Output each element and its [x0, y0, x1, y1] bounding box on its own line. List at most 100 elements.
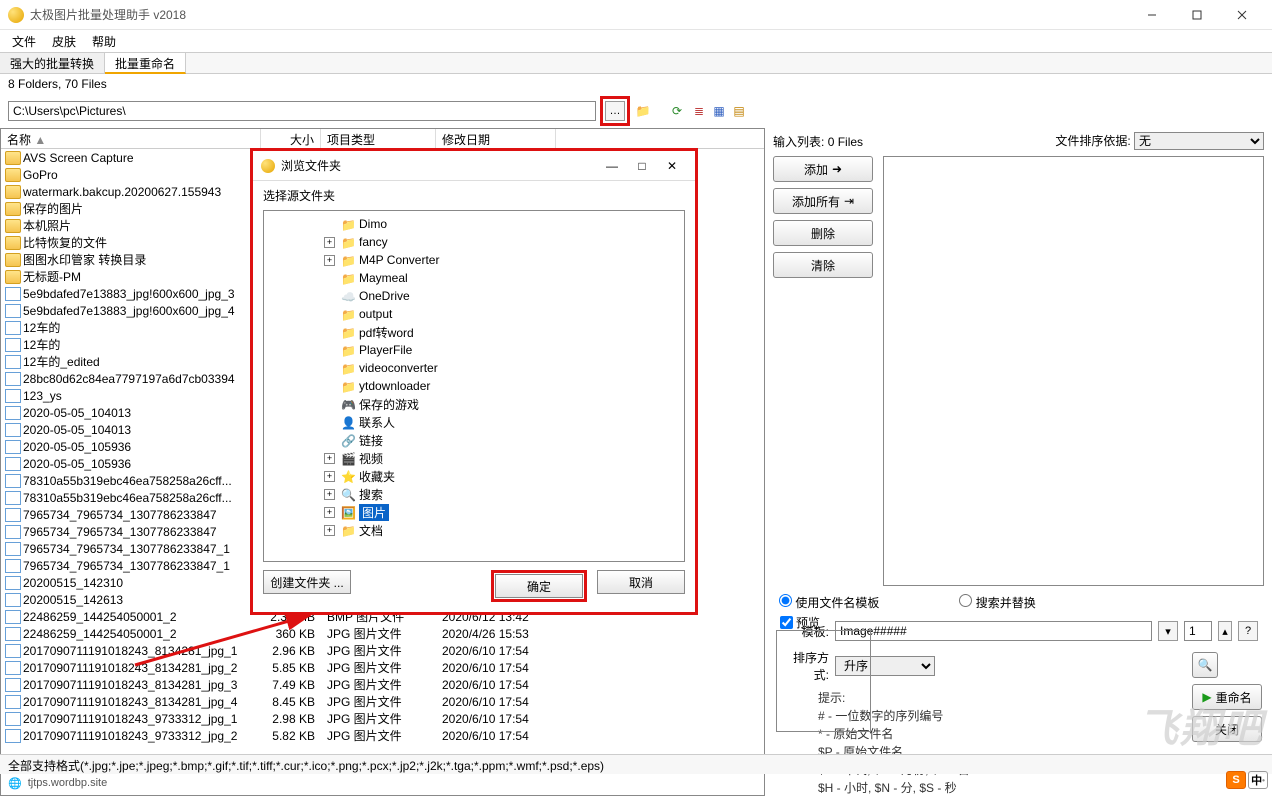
file-icon: [5, 440, 21, 454]
col-date[interactable]: 修改日期: [436, 129, 556, 148]
find-button[interactable]: 🔍: [1192, 652, 1218, 678]
maximize-button[interactable]: [1174, 0, 1219, 30]
preview-checkbox[interactable]: 预览: [780, 614, 820, 631]
view-thumbnails-icon[interactable]: ▤: [730, 102, 748, 120]
tree-item[interactable]: 📁output: [264, 305, 684, 323]
folder-icon: [5, 202, 21, 216]
tree-item[interactable]: 📁PlayerFile: [264, 341, 684, 359]
file-row[interactable]: 2017090711191018243_9733312_jpg_25.82 KB…: [1, 727, 764, 744]
folder-tree[interactable]: 📁Dimo+📁fancy+📁M4P Converter📁Maymeal☁️One…: [263, 210, 685, 562]
dialog-minimize-button[interactable]: —: [597, 159, 627, 173]
input-list-label: 输入列表:: [773, 135, 824, 149]
expand-icon[interactable]: +: [324, 525, 335, 536]
folder-icon: 📁: [341, 272, 355, 284]
add-all-button[interactable]: 添加所有 ⇥: [773, 188, 873, 214]
folder-icon: [5, 219, 21, 233]
browse-button[interactable]: …: [605, 101, 625, 121]
view-list-icon[interactable]: ≣: [690, 102, 708, 120]
close-button-action[interactable]: 关闭: [1192, 716, 1262, 742]
ime-sogou-icon: S: [1226, 771, 1246, 789]
ime-indicator[interactable]: S 中•: [1226, 771, 1268, 789]
col-type[interactable]: 项目类型: [321, 129, 436, 148]
tab-batch-convert[interactable]: 强大的批量转换: [0, 53, 105, 73]
dialog-close-button[interactable]: ✕: [657, 159, 687, 173]
file-row[interactable]: 2017090711191018243_8134281_jpg_37.49 KB…: [1, 676, 764, 693]
file-row[interactable]: 22486259_144254050001_2360 KBJPG 图片文件202…: [1, 625, 764, 642]
dialog-instruction: 选择源文件夹: [263, 187, 685, 204]
browse-folder-dialog: 浏览文件夹 — □ ✕ 选择源文件夹 📁Dimo+📁fancy+📁M4P Con…: [250, 148, 698, 615]
refresh-icon[interactable]: ⟳: [668, 102, 686, 120]
arrow-right-icon: ⇥: [844, 194, 854, 208]
tree-item[interactable]: +📁fancy: [264, 233, 684, 251]
counter-up-button[interactable]: ▴: [1218, 621, 1232, 641]
globe-icon: 🌐: [8, 777, 22, 790]
search-icon: 🔍: [341, 488, 355, 500]
star-icon: ⭐: [341, 470, 355, 482]
help-button[interactable]: ?: [1238, 621, 1258, 641]
template-dropdown-button[interactable]: ▾: [1158, 621, 1178, 641]
view-details-icon[interactable]: ▦: [710, 102, 728, 120]
expand-icon[interactable]: +: [324, 255, 335, 266]
expand-icon[interactable]: +: [324, 453, 335, 464]
tree-item[interactable]: 📁Dimo: [264, 215, 684, 233]
tree-item[interactable]: 📁videoconverter: [264, 359, 684, 377]
dialog-logo-icon: [261, 159, 275, 173]
minimize-button[interactable]: [1129, 0, 1174, 30]
tree-item[interactable]: ☁️OneDrive: [264, 287, 684, 305]
expand-icon[interactable]: +: [324, 507, 335, 518]
template-input[interactable]: [835, 621, 1152, 641]
tree-item[interactable]: +📁文档: [264, 521, 684, 539]
folder-icon: 📁: [341, 236, 355, 248]
sort-by-label: 文件排序依据:: [1055, 134, 1130, 148]
expand-icon[interactable]: +: [324, 489, 335, 500]
path-input[interactable]: [8, 101, 596, 121]
col-size[interactable]: 大小: [261, 129, 321, 148]
folder-icon: [5, 151, 21, 165]
file-row[interactable]: 2017090711191018243_8134281_jpg_25.85 KB…: [1, 659, 764, 676]
new-folder-button[interactable]: 创建文件夹 ...: [263, 570, 351, 594]
menu-skin[interactable]: 皮肤: [44, 31, 84, 52]
tree-item[interactable]: +🔍搜索: [264, 485, 684, 503]
close-button[interactable]: [1219, 0, 1264, 30]
ok-button[interactable]: 确定: [495, 574, 583, 598]
file-icon: [5, 355, 21, 369]
menu-file[interactable]: 文件: [4, 31, 44, 52]
file-icon: [5, 491, 21, 505]
tree-item[interactable]: 🎮保存的游戏: [264, 395, 684, 413]
menu-help[interactable]: 帮助: [84, 31, 124, 52]
cancel-button[interactable]: 取消: [597, 570, 685, 594]
expand-icon[interactable]: +: [324, 237, 335, 248]
file-row[interactable]: 2017090711191018243_8134281_jpg_12.96 KB…: [1, 642, 764, 659]
tree-item[interactable]: 📁ytdownloader: [264, 377, 684, 395]
output-list[interactable]: [883, 156, 1264, 586]
tree-item[interactable]: +🎬视频: [264, 449, 684, 467]
sort-by-select[interactable]: 无: [1134, 132, 1264, 150]
tree-item[interactable]: +⭐收藏夹: [264, 467, 684, 485]
col-name[interactable]: 名称 ▲: [1, 129, 261, 148]
preview-box: [776, 630, 871, 732]
file-icon: [5, 559, 21, 573]
radio-search-replace[interactable]: 搜索并替换: [959, 594, 1035, 611]
file-icon: [5, 525, 21, 539]
tree-item[interactable]: 👤联系人: [264, 413, 684, 431]
file-icon: [5, 661, 21, 675]
file-row[interactable]: 2017090711191018243_8134281_jpg_48.45 KB…: [1, 693, 764, 710]
radio-template[interactable]: 使用文件名模板: [779, 594, 879, 611]
rename-button[interactable]: ▶重命名: [1192, 684, 1262, 710]
folder-up-icon[interactable]: 📁: [634, 102, 652, 120]
delete-button[interactable]: 删除: [773, 220, 873, 246]
folder-icon: [5, 185, 21, 199]
tree-item[interactable]: 📁Maymeal: [264, 269, 684, 287]
counter-input[interactable]: [1184, 621, 1212, 641]
expand-icon[interactable]: +: [324, 471, 335, 482]
tab-batch-rename[interactable]: 批量重命名: [105, 53, 186, 74]
link-icon: 🔗: [341, 434, 355, 446]
tree-item[interactable]: 🔗链接: [264, 431, 684, 449]
tree-item[interactable]: 📁pdf转word: [264, 323, 684, 341]
tree-item[interactable]: +🖼️图片: [264, 503, 684, 521]
clear-button[interactable]: 清除: [773, 252, 873, 278]
add-button[interactable]: 添加 ➜: [773, 156, 873, 182]
dialog-maximize-button[interactable]: □: [627, 159, 657, 173]
file-row[interactable]: 2017090711191018243_9733312_jpg_12.98 KB…: [1, 710, 764, 727]
tree-item[interactable]: +📁M4P Converter: [264, 251, 684, 269]
